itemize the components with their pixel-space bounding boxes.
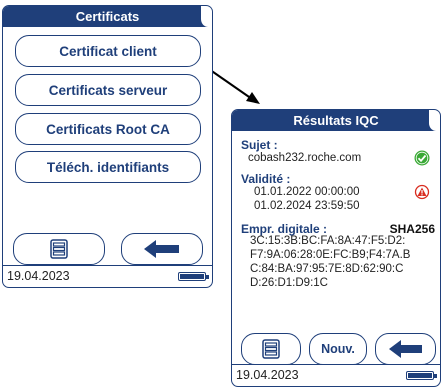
title-tab [200,6,212,27]
subject-value: cobash232.roche.com [248,152,362,164]
title-tab [428,110,440,131]
root-ca-certificates-button[interactable]: Certificats Root CA [15,113,201,145]
fingerprint-line: D:26:D1:D9:1C [250,277,328,289]
validity-to: 01.02.2024 23:59:50 [254,200,360,212]
fingerprint-line: 3C:15:3B:BC:FA:8A:47:F5:D2: [250,235,406,247]
battery-icon [406,371,437,380]
arrow-left-icon [388,340,422,358]
fingerprint-line: C:84:BA:97:95:7E:8D:62:90:C [250,263,404,275]
back-button[interactable] [375,333,436,365]
validity-from: 01.01.2022 00:00:00 [254,186,360,198]
download-credentials-button[interactable]: Téléch. identifiants [15,151,201,183]
list-menu-icon [262,339,280,359]
status-date: 19.04.2023 [7,269,70,283]
screen-title: Certificats [3,6,212,27]
check-circle-icon [414,150,430,166]
warning-clock-icon [414,184,430,200]
status-bar: 19.04.2023 [3,265,212,287]
screen-title: Résultats IQC [232,110,440,131]
status-date: 19.04.2023 [236,368,299,382]
new-button[interactable]: Nouv. [309,333,367,365]
validity-label: Validité : [241,172,291,186]
server-certificates-button[interactable]: Certificats serveur [15,74,201,106]
fingerprint-line: F7:9A:06:28:0E:FC:B9;F4:7A.B [250,249,411,261]
arrow-left-icon [144,240,179,258]
status-bar: 19.04.2023 [232,364,440,386]
back-button[interactable] [121,233,203,265]
list-menu-icon [50,239,68,259]
iqc-results-screen: Résultats IQC Sujet : cobash232.roche.co… [231,109,441,387]
battery-icon [178,272,209,281]
fingerprint-label: Empr. digitale : [241,222,328,236]
menu-button[interactable] [13,233,105,265]
fingerprint-algorithm: SHA256 [389,222,435,236]
certificates-screen: Certificats Certificat client Certificat… [2,5,213,288]
menu-button[interactable] [241,333,301,365]
subject-label: Sujet : [241,138,278,152]
client-certificate-button[interactable]: Certificat client [15,35,201,67]
